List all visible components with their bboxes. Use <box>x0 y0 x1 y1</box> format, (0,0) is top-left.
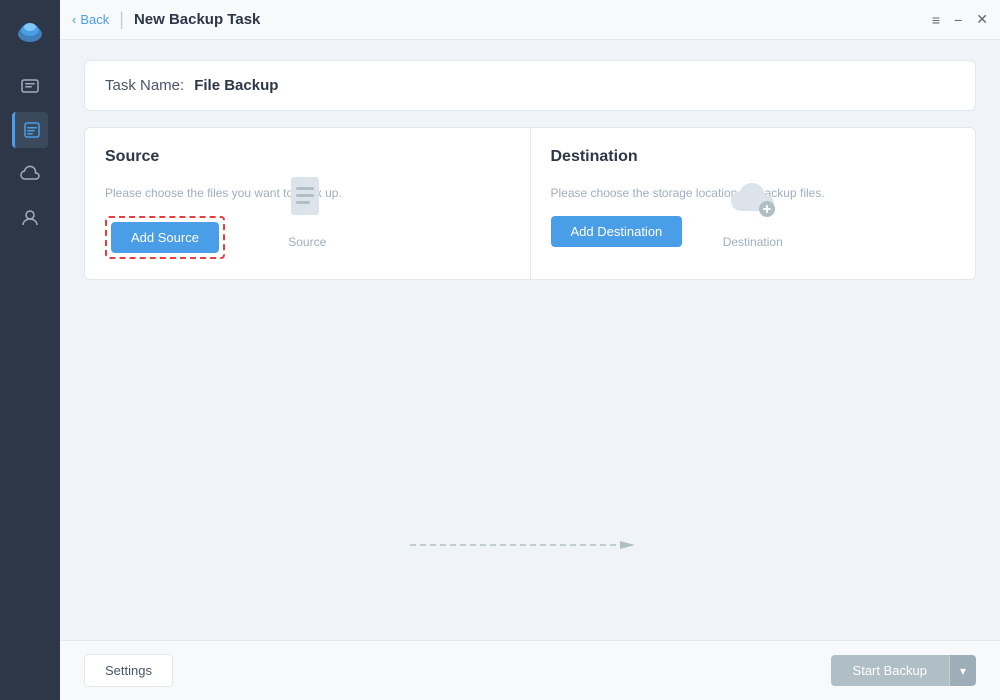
title-bar: ‹ Back | New Backup Task ≡ − ✕ <box>60 0 1000 40</box>
source-panel-title: Source <box>105 148 510 166</box>
destination-cloud-icon <box>727 181 779 229</box>
window-controls: ≡ − ✕ <box>932 11 988 28</box>
task-name-row: Task Name: File Backup <box>84 60 976 111</box>
source-illustration: Source <box>85 175 530 249</box>
title-divider: | <box>119 9 124 30</box>
destination-illustration: Destination <box>531 181 976 249</box>
panels-wrapper: Source Please choose the files you want … <box>84 127 976 620</box>
start-backup-group: Start Backup ▾ <box>831 655 976 686</box>
sidebar-item-backup[interactable] <box>12 68 48 104</box>
page-title: New Backup Task <box>134 11 260 28</box>
settings-button[interactable]: Settings <box>84 654 173 687</box>
main-area: ‹ Back | New Backup Task ≡ − ✕ Task Name… <box>60 0 1000 700</box>
sidebar-item-files[interactable] <box>12 112 48 148</box>
back-button[interactable]: ‹ Back <box>72 12 109 27</box>
source-doc-icon <box>289 175 325 229</box>
back-arrow-icon: ‹ <box>72 12 76 27</box>
destination-panel: Destination Please choose the storage lo… <box>531 128 976 279</box>
destination-illustration-label: Destination <box>723 235 783 249</box>
content-area: Task Name: File Backup Source Please cho… <box>60 40 1000 640</box>
destination-panel-title: Destination <box>551 148 956 166</box>
sidebar-item-cloud[interactable] <box>12 156 48 192</box>
footer: Settings Start Backup ▾ <box>60 640 1000 700</box>
arrow-overlay <box>410 538 650 552</box>
sidebar <box>0 0 60 700</box>
task-name-label: Task Name: <box>105 77 184 94</box>
back-label: Back <box>80 12 109 27</box>
panels-row: Source Please choose the files you want … <box>84 127 976 280</box>
source-panel: Source Please choose the files you want … <box>85 128 531 279</box>
app-logo <box>10 10 50 50</box>
minimize-button[interactable]: − <box>954 12 962 28</box>
title-bar-left: ‹ Back | New Backup Task <box>72 9 260 30</box>
dashed-arrow-svg <box>410 538 650 552</box>
start-backup-dropdown-button[interactable]: ▾ <box>949 655 976 686</box>
task-name-value: File Backup <box>194 77 278 94</box>
source-illustration-label: Source <box>288 235 326 249</box>
sidebar-item-user[interactable] <box>12 200 48 236</box>
menu-icon[interactable]: ≡ <box>932 12 940 28</box>
close-button[interactable]: ✕ <box>976 11 988 28</box>
start-backup-button[interactable]: Start Backup <box>831 655 949 686</box>
